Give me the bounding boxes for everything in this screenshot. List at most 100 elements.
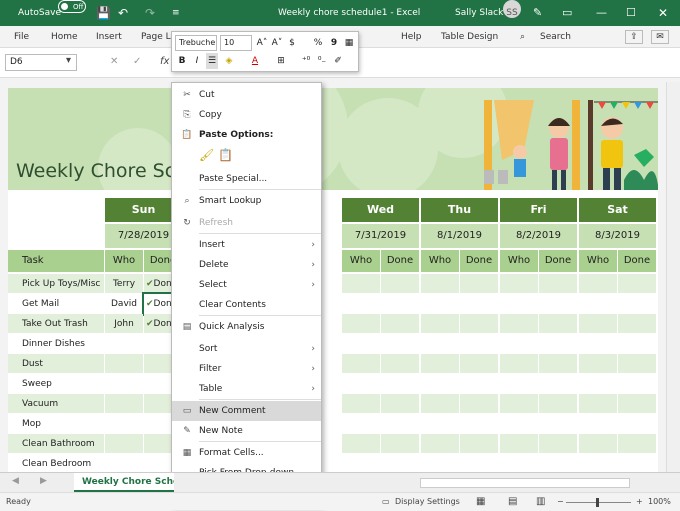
who-cell[interactable] — [342, 374, 380, 394]
done-cell[interactable] — [381, 374, 419, 394]
who-cell[interactable] — [500, 354, 538, 374]
done-cell[interactable] — [539, 314, 577, 334]
who-cell[interactable] — [579, 274, 617, 294]
who-cell[interactable] — [421, 374, 459, 394]
done-cell[interactable] — [381, 454, 419, 472]
sheet-tab-active[interactable]: Weekly Chore Sched — [74, 473, 174, 492]
done-cell[interactable] — [618, 434, 656, 454]
zoom-thumb[interactable] — [596, 498, 599, 507]
menu-item-select[interactable]: Select › — [172, 275, 321, 295]
menu-item-cut[interactable]: ✂ Cut — [172, 85, 321, 105]
worksheet[interactable]: Weekly Chore Sc Sun 7/28/2019 Wed 7/31/2019… — [8, 88, 658, 472]
done-cell[interactable] — [381, 354, 419, 374]
done-cell[interactable] — [460, 414, 498, 434]
font-name-select[interactable]: Trebuche — [175, 35, 217, 51]
display-settings[interactable]: Display Settings — [395, 493, 460, 511]
menu-item-insert[interactable]: Insert › — [172, 235, 321, 255]
menu-item-filter[interactable]: Filter › — [172, 359, 321, 379]
who-cell[interactable] — [342, 434, 380, 454]
done-cell[interactable] — [460, 274, 498, 294]
who-cell[interactable] — [105, 334, 143, 354]
who-cell[interactable] — [421, 434, 459, 454]
who-cell[interactable] — [421, 294, 459, 314]
who-cell[interactable] — [421, 274, 459, 294]
done-cell[interactable] — [539, 434, 577, 454]
who-cell[interactable] — [421, 354, 459, 374]
who-cell[interactable] — [342, 294, 380, 314]
done-cell[interactable] — [618, 294, 656, 314]
who-cell[interactable] — [500, 414, 538, 434]
who-cell[interactable] — [579, 294, 617, 314]
who-cell[interactable] — [579, 314, 617, 334]
zoom-level[interactable]: 100% — [648, 493, 671, 511]
who-cell[interactable] — [500, 374, 538, 394]
tab-prev-icon[interactable]: ◀ — [12, 476, 19, 486]
done-cell[interactable] — [618, 454, 656, 472]
tab-insert[interactable]: Insert — [96, 26, 122, 48]
done-cell[interactable] — [539, 454, 577, 472]
menu-item-sort[interactable]: Sort › — [172, 339, 321, 359]
who-cell[interactable] — [421, 414, 459, 434]
format-painter-icon[interactable]: ▦ — [343, 35, 355, 51]
done-cell[interactable] — [539, 334, 577, 354]
vertical-scrollbar[interactable] — [666, 82, 680, 474]
menu-item-format-cells[interactable]: ▦ Format Cells... — [172, 443, 321, 463]
done-cell[interactable] — [381, 414, 419, 434]
search-icon[interactable]: ⌕ — [520, 26, 525, 48]
ribbon-display-icon[interactable]: ▭ — [562, 0, 572, 26]
normal-view-icon[interactable]: ▦ — [476, 493, 485, 511]
who-cell[interactable] — [105, 414, 143, 434]
who-cell[interactable] — [500, 314, 538, 334]
done-cell[interactable] — [618, 314, 656, 334]
font-color-icon[interactable]: A — [249, 53, 261, 69]
done-cell[interactable] — [381, 274, 419, 294]
enter-icon[interactable]: ✓ — [133, 56, 141, 67]
display-icon[interactable]: ▭ — [382, 493, 390, 511]
done-cell[interactable] — [460, 314, 498, 334]
done-cell[interactable] — [618, 274, 656, 294]
who-cell[interactable]: Terry — [105, 274, 143, 294]
zoom-out-icon[interactable]: − — [557, 493, 564, 511]
paste-options-row[interactable]: 🖌 📋 — [172, 145, 321, 167]
done-cell[interactable] — [460, 434, 498, 454]
tab-home[interactable]: Home — [51, 26, 78, 48]
done-cell[interactable] — [539, 274, 577, 294]
decrease-font-icon[interactable]: A˅ — [271, 35, 283, 51]
horizontal-scrollbar[interactable] — [420, 478, 630, 488]
who-cell[interactable] — [105, 454, 143, 472]
task-cell[interactable]: Take Out Trash — [8, 314, 104, 334]
done-cell[interactable] — [381, 294, 419, 314]
task-cell[interactable]: Dinner Dishes — [8, 334, 104, 354]
menu-item-new-comment[interactable]: ▭ New Comment — [172, 401, 321, 421]
who-cell[interactable] — [421, 334, 459, 354]
currency-icon[interactable]: $ — [286, 35, 298, 51]
who-cell[interactable] — [421, 454, 459, 472]
who-cell[interactable] — [342, 394, 380, 414]
comments-icon[interactable]: ✉ — [651, 30, 669, 44]
task-cell[interactable]: Vacuum — [8, 394, 104, 414]
who-cell[interactable] — [579, 354, 617, 374]
italic-button[interactable]: I — [191, 53, 203, 69]
search-box[interactable]: Search — [540, 26, 571, 48]
done-cell[interactable] — [618, 414, 656, 434]
done-cell[interactable] — [618, 394, 656, 414]
comma-icon[interactable]: 9 — [328, 35, 340, 51]
task-cell[interactable]: Clean Bedroom — [8, 454, 104, 472]
menu-item-copy[interactable]: ⎘ Copy — [172, 105, 321, 125]
done-cell[interactable] — [539, 374, 577, 394]
who-cell[interactable] — [579, 414, 617, 434]
done-cell[interactable] — [460, 394, 498, 414]
who-cell[interactable] — [579, 454, 617, 472]
done-cell[interactable] — [460, 454, 498, 472]
avatar[interactable]: SS — [503, 0, 521, 18]
done-cell[interactable] — [618, 374, 656, 394]
user-name[interactable]: Sally Slack — [455, 0, 503, 26]
who-cell[interactable] — [500, 294, 538, 314]
zoom-in-icon[interactable]: + — [636, 493, 643, 511]
page-layout-icon[interactable]: ▤ — [508, 493, 517, 511]
percent-icon[interactable]: % — [312, 35, 324, 51]
close-icon[interactable]: ✕ — [658, 0, 668, 26]
who-cell[interactable] — [579, 334, 617, 354]
done-cell[interactable] — [381, 434, 419, 454]
task-cell[interactable]: Dust — [8, 354, 104, 374]
